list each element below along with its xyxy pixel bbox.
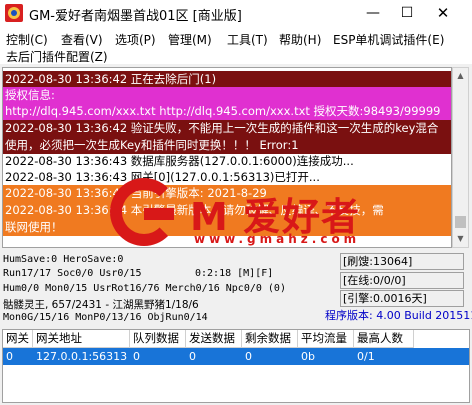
log-line: 2022-08-30 13:36:42 正在去除后门(1) [3, 71, 451, 88]
menu-tools[interactable]: 工具(T) [227, 31, 268, 48]
column-header[interactable]: 网关地址 [33, 330, 130, 348]
scroll-thumb[interactable] [455, 216, 466, 228]
program-version: 程序版本: 4.00 Build 20151104 [325, 309, 472, 322]
menu-manage[interactable]: 管理(M) [168, 31, 212, 48]
close-button[interactable]: ✕ [428, 0, 458, 28]
stat-save: HumSave:0 HeroSave:0 [3, 254, 124, 265]
menu-bar: 控制(C) 查看(V) 选项(P) 管理(M) 工具(T) 帮助(H) ESP单… [0, 28, 472, 64]
table-cell: 0 [133, 350, 140, 363]
table-cell: 127.0.0.1:56313 [36, 350, 128, 363]
app-logo-icon [5, 4, 23, 22]
stat-monsters-group: Mon0G/15/16 MonP0/13/16 ObjRun0/14 [3, 312, 208, 323]
log-scrollbar[interactable]: ▲ ▼ [452, 67, 469, 248]
table-cell: 0 [189, 350, 196, 363]
title-bar: GM-爱好者南烟墨首战01区 [商业版] — ☐ ✕ [0, 0, 472, 28]
menu-view[interactable]: 查看(V) [61, 31, 103, 48]
column-header[interactable]: 队列数据 [130, 330, 186, 348]
column-header[interactable]: 剩余数据 [242, 330, 298, 348]
menu-control[interactable]: 控制(C) [6, 31, 48, 48]
refresh-counter: [刷馊:13064] [340, 253, 464, 270]
log-line: 2022-08-30 13:36:42 验证失败，不能用上一次生成的插件和这一次… [3, 120, 451, 137]
stat-run: Run17/17 Soc0/0 Usr0/15 [3, 268, 142, 279]
scroll-up-icon[interactable]: ▲ [453, 68, 468, 84]
table-row[interactable]: 0 127.0.0.1:56313 0 0 0 0b 0/1 [3, 348, 469, 365]
stat-monster: 骷髅灵王, 657/2431 - 江湖黑野猪1/18/6 [3, 299, 199, 311]
menu-backdoor-plugin[interactable]: 去后门插件配置(Z) [6, 48, 108, 65]
column-header[interactable]: 发送数据 [186, 330, 242, 348]
log-line: 2022-08-30 13:36:44 本引擎最新版本，请勿破解、反编译、不反技… [3, 202, 451, 219]
log-line: 使用，必须把一次生成Key和插件同时更换！！！ Error:1 [3, 137, 451, 154]
log-line: http://dlq.945.com/xxx.txt http://dlq.94… [3, 103, 451, 120]
gateway-table[interactable]: 网关 网关地址 队列数据 发送数据 剩余数据 平均流量 最高人数 0 127.0… [2, 329, 470, 403]
column-header[interactable]: 网关 [3, 330, 33, 348]
column-header[interactable]: 平均流量 [298, 330, 354, 348]
table-cell: 0b [301, 350, 315, 363]
table-cell: 0/1 [357, 350, 375, 363]
column-header[interactable]: 最高人数 [354, 330, 414, 348]
log-panel[interactable]: 2022-08-30 13:36:42 正在去除后门(1) 授权信息: http… [2, 67, 452, 248]
table-cell: 0 [6, 350, 13, 363]
stat-humans: Hum0/0 Mon0/15 UsrRot16/76 Merch0/16 Npc… [3, 283, 286, 294]
stat-uptime: 0:2:18 [M][F] [195, 268, 274, 279]
scroll-down-icon[interactable]: ▼ [453, 231, 468, 247]
log-line: 联网使用！ [3, 219, 451, 236]
menu-options[interactable]: 选项(P) [115, 31, 156, 48]
log-line: 2022-08-30 13:36:43 网关[0](127.0.0.1:5631… [5, 170, 320, 184]
maximize-button[interactable]: ☐ [392, 0, 422, 28]
table-cell: 0 [245, 350, 252, 363]
menu-esp-plugin[interactable]: ESP单机调试插件(E) [333, 31, 444, 48]
log-line: 2022-08-30 13:36:43 数据库服务器(127.0.0.1:600… [5, 154, 354, 168]
engine-uptime: [引擎:0.0016天] [340, 290, 464, 307]
window-title: GM-爱好者南烟墨首战01区 [商业版] [29, 9, 242, 24]
online-counter: [在线:0/0/0] [340, 272, 464, 289]
log-line: 授权信息: [3, 87, 451, 104]
log-line: 2022-08-30 13:36:44 当前引擎版本: 2021-8-29 [3, 185, 451, 202]
menu-help[interactable]: 帮助(H) [279, 31, 321, 48]
minimize-button[interactable]: — [358, 0, 388, 28]
